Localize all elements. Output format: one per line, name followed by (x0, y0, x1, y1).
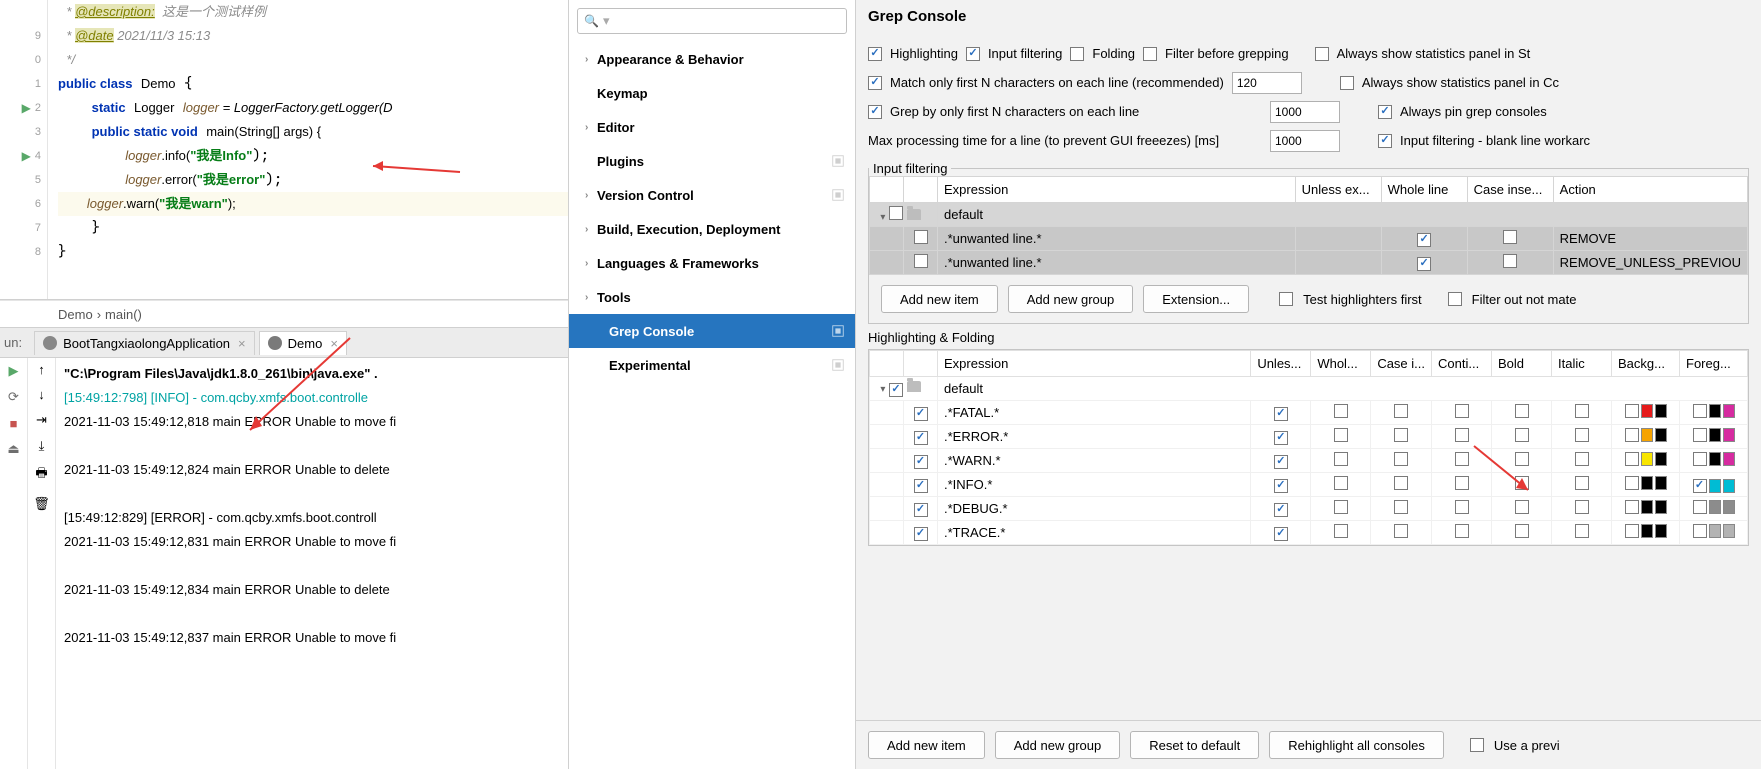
run-gutter-icon[interactable]: ▶ (22, 101, 31, 115)
chevron-right-icon: › (585, 258, 597, 269)
hl-row[interactable]: .*DEBUG.* (870, 497, 1748, 521)
soft-wrap-icon[interactable]: ⇥ (36, 412, 47, 428)
row-enable-chk[interactable] (914, 230, 928, 244)
max-proc-value[interactable] (1270, 130, 1340, 152)
chk-folding[interactable] (1070, 47, 1084, 61)
chk-stats-st[interactable] (1315, 47, 1329, 61)
chk-grep-first-n[interactable] (868, 105, 882, 119)
settings-item-editor[interactable]: ›Editor (569, 110, 855, 144)
settings-item-experimental[interactable]: Experimental (569, 348, 855, 382)
chk-highlighting[interactable] (868, 47, 882, 61)
print-icon[interactable]: 🖶 (35, 464, 47, 486)
console-output[interactable]: "C:\Program Files\Java\jdk1.8.0_261\bin\… (56, 358, 568, 769)
run-label: un: (4, 335, 22, 350)
chevron-right-icon: › (585, 122, 597, 133)
hl-row[interactable]: .*TRACE.* (870, 521, 1748, 545)
chk-use-prev[interactable] (1470, 738, 1484, 752)
chk-input-filtering[interactable] (966, 47, 980, 61)
chevron-right-icon: › (585, 190, 597, 201)
hf-title: Highlighting & Folding (856, 324, 1761, 349)
chk-blank-line[interactable] (1378, 134, 1392, 148)
chevron-right-icon: › (585, 54, 597, 65)
editor-gutter: 9 0 1 ▶2 3 ▶4 5 6 7 8 (0, 0, 48, 299)
filter-row[interactable]: .*unwanted line.*REMOVE_UNLESS_PREVIOU (870, 251, 1748, 275)
run-tab-demo[interactable]: Demo× (259, 331, 347, 355)
hl-row[interactable]: .*ERROR.* (870, 425, 1748, 449)
rehighlight-button[interactable]: Rehighlight all consoles (1269, 731, 1444, 759)
down-icon[interactable]: ↓ (38, 387, 45, 402)
hl-row[interactable]: ▾ default (870, 377, 1748, 401)
chk-match-first-n[interactable] (868, 76, 882, 90)
grep-first-n-value[interactable] (1270, 101, 1340, 123)
add-new-group-button[interactable]: Add new group (1008, 285, 1133, 313)
folder-icon (907, 381, 921, 392)
up-icon[interactable]: ↑ (38, 362, 45, 377)
filter-row[interactable]: .*unwanted line.*REMOVE (870, 227, 1748, 251)
run-gutter-icon[interactable]: ▶ (22, 149, 31, 163)
rerun-icon[interactable]: ▶ (5, 362, 23, 380)
extension-button[interactable]: Extension... (1143, 285, 1249, 313)
java-icon (268, 336, 282, 350)
reset-button[interactable]: Reset to default (1130, 731, 1259, 759)
stop-icon[interactable]: ■ (5, 414, 23, 432)
hl-row[interactable]: .*INFO.* (870, 473, 1748, 497)
console-toolbar: ↑ ↓ ⇥ ⤓ 🖶 🗑 (28, 358, 56, 769)
match-first-n-value[interactable] (1232, 72, 1302, 94)
panel-title: Grep Console (856, 0, 1761, 39)
settings-search[interactable]: 🔍▾ (577, 8, 847, 34)
breadcrumb[interactable]: Demo›main() (0, 300, 568, 328)
run-tab-boot[interactable]: BootTangxiaolongApplication× (34, 331, 255, 355)
chk-always-pin[interactable] (1378, 105, 1392, 119)
chevron-right-icon: › (585, 224, 597, 235)
code-editor[interactable]: * @description: 这是一个测试样例 * @date 2021/11… (48, 0, 568, 299)
chk-stats-cc[interactable] (1340, 76, 1354, 90)
close-icon[interactable]: × (330, 336, 338, 351)
scroll-end-icon[interactable]: ⤓ (39, 438, 45, 454)
settings-item-plugins[interactable]: Plugins (569, 144, 855, 178)
settings-item-languages-frameworks[interactable]: ›Languages & Frameworks (569, 246, 855, 280)
settings-item-appearance-behavior[interactable]: ›Appearance & Behavior (569, 42, 855, 76)
settings-item-build-execution-deployment[interactable]: ›Build, Execution, Deployment (569, 212, 855, 246)
exit-icon[interactable]: ⏏ (5, 440, 23, 458)
add-new-item-button[interactable]: Add new item (881, 285, 998, 313)
chevron-right-icon: › (585, 292, 597, 303)
stop-icon[interactable]: ⟳ (5, 388, 23, 406)
input-filtering-table[interactable]: ExpressionUnless ex...Whole lineCase ins… (869, 176, 1748, 275)
chk-filter-before[interactable] (1143, 47, 1157, 61)
chk-test-hl[interactable] (1279, 292, 1293, 306)
config-scope-icon (831, 358, 845, 372)
run-toolbar-left: ▶ ⟳ ■ ⏏ (0, 358, 28, 769)
chk-filter-out[interactable] (1448, 292, 1462, 306)
clear-icon[interactable]: 🗑 (33, 496, 50, 512)
search-icon: 🔍 (584, 14, 599, 28)
add-new-item-button[interactable]: Add new item (868, 731, 985, 759)
config-scope-icon (831, 188, 845, 202)
config-scope-icon (831, 324, 845, 338)
run-tabs: un: BootTangxiaolongApplication× Demo× (0, 328, 568, 358)
settings-tree: ›Appearance & BehaviorKeymap›EditorPlugi… (569, 42, 855, 769)
row-enable-chk[interactable] (914, 254, 928, 268)
close-icon[interactable]: × (238, 336, 246, 351)
spring-icon (43, 336, 57, 350)
settings-item-keymap[interactable]: Keymap (569, 76, 855, 110)
settings-item-tools[interactable]: ›Tools (569, 280, 855, 314)
filter-row[interactable]: ▾ default (870, 203, 1748, 227)
input-filtering-group: Input filtering ExpressionUnless ex...Wh… (868, 161, 1749, 324)
add-new-group-button[interactable]: Add new group (995, 731, 1120, 759)
folder-icon (907, 209, 921, 220)
highlighting-table[interactable]: ExpressionUnles...Whol...Case i...Conti.… (869, 350, 1748, 545)
hl-row[interactable]: .*WARN.* (870, 449, 1748, 473)
settings-item-version-control[interactable]: ›Version Control (569, 178, 855, 212)
config-scope-icon (831, 154, 845, 168)
hl-row[interactable]: .*FATAL.* (870, 401, 1748, 425)
settings-item-grep-console[interactable]: Grep Console (569, 314, 855, 348)
